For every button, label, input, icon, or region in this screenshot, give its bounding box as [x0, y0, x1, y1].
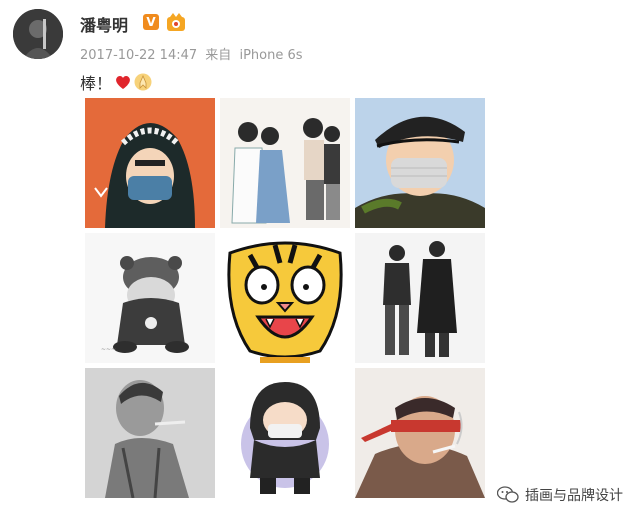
grid-image[interactable]: [355, 98, 485, 228]
avatar[interactable]: [13, 9, 63, 59]
wechat-icon: [497, 486, 519, 503]
illustration-cap-mask-portrait: [355, 98, 485, 228]
illustration-blindfold-smoker: [355, 368, 485, 498]
praying-hands-emoji-icon: [134, 73, 152, 91]
verified-badge-icon: V: [143, 14, 159, 30]
illustration-pencil-sketch: [85, 368, 215, 498]
grid-image[interactable]: [355, 368, 485, 498]
grid-image[interactable]: [220, 98, 350, 228]
grid-image[interactable]: [220, 233, 350, 363]
grid-image[interactable]: [355, 233, 485, 363]
watermark-text: 插画与品牌设计: [525, 488, 623, 504]
illustration-chibi-back: ~~~: [85, 233, 215, 363]
heart-emoji-icon: [114, 73, 132, 91]
grid-image[interactable]: ~~~: [85, 233, 215, 363]
illustration-couple-and-friends: [220, 98, 350, 228]
post-meta: 2017-10-22 14:47 来自 iPhone 6s: [80, 44, 307, 63]
svg-text:~~~: ~~~: [101, 346, 116, 353]
grid-image[interactable]: [85, 368, 215, 498]
avatar-image: [13, 9, 63, 59]
post-timestamp: 2017-10-22 14:47: [80, 48, 198, 63]
post-source-device[interactable]: iPhone 6s: [239, 48, 302, 63]
image-grid: ~~~: [85, 98, 485, 498]
illustration-masked-hoodie: [85, 98, 215, 228]
illustration-fashion-duo: [355, 233, 485, 363]
post-content: 棒！: [80, 70, 152, 94]
grid-image[interactable]: [220, 368, 350, 498]
post-text: 棒！: [80, 74, 113, 93]
post-source-prefix: 来自: [205, 48, 232, 63]
username[interactable]: 潘粤明: [80, 12, 128, 36]
grid-image[interactable]: [85, 98, 215, 228]
watermark: 插画与品牌设计: [497, 485, 623, 505]
vip-badge-icon: [165, 11, 187, 33]
illustration-tiger-face: [220, 233, 350, 363]
illustration-chibi-hooded: [220, 368, 350, 498]
